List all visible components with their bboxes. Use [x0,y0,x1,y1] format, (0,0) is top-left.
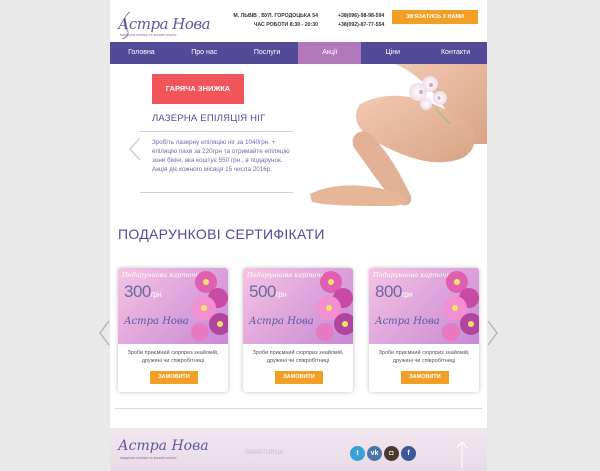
certificates-next-arrow-icon[interactable] [487,320,499,346]
footer-logo[interactable]: Астра Нова [118,438,209,454]
scroll-up-arrow-icon[interactable] [456,440,468,470]
certificate-description: Зроби приємний сюрприз знайомій, дружині… [252,350,344,364]
certificate-description: Зроби приємний сюрприз знайомій, дружині… [378,350,470,364]
gift-card-amount: 800грн [375,282,413,301]
gift-card-amount: 300грн [124,282,162,301]
twitter-icon[interactable]: t [350,446,365,461]
order-button[interactable]: ЗАМОВИТИ [401,371,449,384]
facebook-icon[interactable]: f [401,446,416,461]
social-links: t vk ◘ f [350,446,416,461]
flowers-icon [191,271,228,341]
nav-item-about[interactable]: Про нас [173,42,236,64]
phones-block: +38(096)-98-98-594 +38(092)-87-77-554 [338,12,384,30]
phone-2[interactable]: +38(092)-87-77-554 [338,21,384,30]
logo-text: Астра Нова [118,15,211,33]
vk-icon[interactable]: vk [367,446,382,461]
order-button[interactable]: ЗАМОВИТИ [150,371,198,384]
gift-card-image[interactable]: Подарункова карточка 800грн Астра Нова [369,268,479,344]
certificate-card: Подарункова карточка 800грн Астра Нова З… [369,268,479,392]
gift-card-image[interactable]: Подарункова карточка 500грн Астра Нова [243,268,353,344]
section-divider [115,408,482,409]
gift-card-amount: 500грн [249,282,287,301]
gift-card-logo: Астра Нова [375,316,440,327]
promo-title: ЛАЗЕРНА ЕПІЛЯЦІЯ НІГ [152,113,266,124]
promo-divider-top [140,131,293,132]
gift-card-image[interactable]: Подарункова карточка 300грн Астра Нова [118,268,228,344]
contact-us-button[interactable]: ЗВ'ЯЗАТИСЬ З НАМИ [392,10,478,24]
nav-item-prices[interactable]: Ціни [361,42,424,64]
promo-prev-arrow-icon[interactable] [128,137,142,161]
certificates-prev-arrow-icon[interactable] [98,320,110,346]
page: Астра Нова медична клініка та косметолог… [99,0,498,471]
gift-card-logo: Астра Нова [249,316,314,327]
legs-with-flower-image [300,64,487,208]
promo-photo [300,64,487,208]
flowers-icon [316,271,353,341]
nav-item-promotions[interactable]: Акції [298,42,362,64]
certificates-title: ПОДАРУНКОВІ СЕРТИФІКАТИ [118,226,325,242]
logo[interactable]: Астра Нова медична клініка та косметолог… [118,10,211,40]
gift-card-logo: Астра Нова [124,316,189,327]
order-button[interactable]: ЗАМОВИТИ [275,371,323,384]
nav-item-contacts[interactable]: Контакти [424,42,487,64]
nav-item-home[interactable]: Головна [110,42,173,64]
phone-1[interactable]: +38(096)-98-98-594 [338,12,384,21]
hot-discount-badge[interactable]: ГАРЯЧА ЗНИЖКА [152,74,244,104]
footer-logo-subtitle: медична клініка та косметологія [120,456,177,460]
certificate-card: Подарункова карточка 500грн Астра Нова З… [243,268,353,392]
footer-credit[interactable]: SMARTUP.UA [245,450,283,456]
instagram-icon[interactable]: ◘ [384,446,399,461]
footer: Астра Нова медична клініка та косметолог… [110,428,487,471]
main-nav: Головна Про нас Послуги Акції Ціни Конта… [110,42,487,64]
promo-text: Зробіть лазерну епіляцію ніг за 1040грн.… [152,139,290,174]
certificate-description: Зроби приємний сюрприз знайомій, дружині… [127,350,219,364]
flowers-icon [442,271,479,341]
nav-item-services[interactable]: Послуги [236,42,299,64]
certificate-card: Подарункова карточка 300грн Астра Нова З… [118,268,228,392]
logo-subtitle: медична клініка та косметологія [120,33,177,37]
address-line: М. ЛЬВІВ , ВУЛ. ГОРОДОЦЬКА 54 [233,13,318,19]
hours-line: ЧАС РОБОТИ 8:30 - 20:30 [253,22,318,28]
address-block: М. ЛЬВІВ , ВУЛ. ГОРОДОЦЬКА 54 ЧАС РОБОТИ… [228,12,318,30]
promo-divider-bottom [140,192,293,193]
